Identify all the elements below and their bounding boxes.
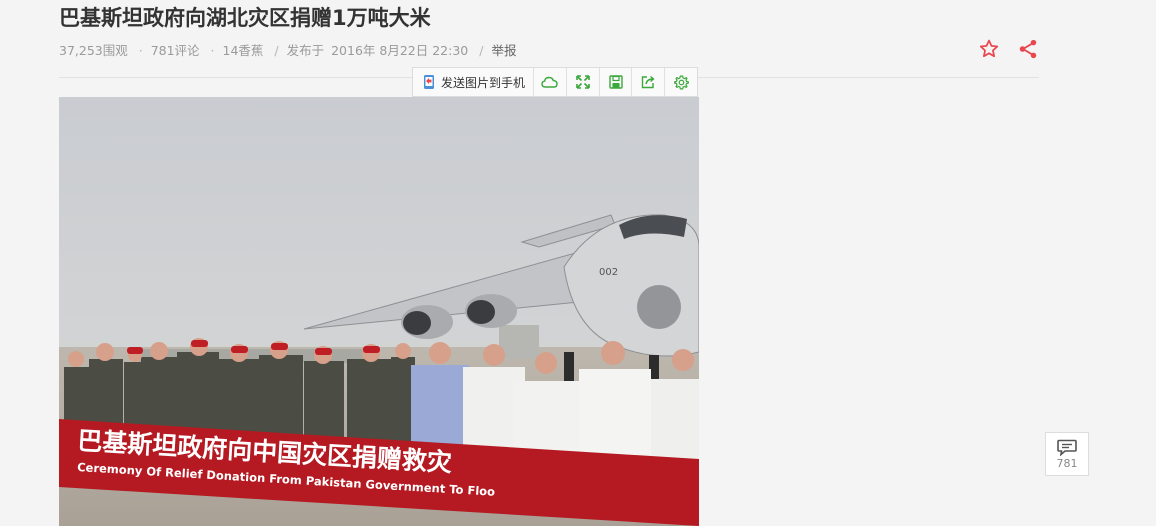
save-button[interactable] <box>600 68 633 96</box>
page: 巴基斯坦政府向湖北灾区捐赠1万吨大米 37,253围观 · 781评论 · 14… <box>0 0 1156 526</box>
comment-bubble-icon <box>1057 439 1077 456</box>
article-actions <box>978 38 1039 60</box>
views-count: 37,253围观 <box>59 43 128 58</box>
phone-send-icon <box>424 75 434 89</box>
meta-separator: · <box>138 43 143 58</box>
comment-float-button[interactable]: 781 <box>1045 432 1089 476</box>
external-share-icon <box>642 75 655 89</box>
published-date: 2016年 8月22日 22:30 <box>331 43 469 58</box>
image-toolbar: 发送图片到手机 <box>412 67 698 97</box>
cloud-button[interactable] <box>534 68 567 96</box>
gear-icon <box>673 75 689 89</box>
send-to-phone-button[interactable]: 发送图片到手机 <box>413 68 535 96</box>
article-meta: 37,253围观 · 781评论 · 14香蕉 / 发布于 2016年 8月22… <box>59 40 519 59</box>
comments-count[interactable]: 781评论 <box>151 43 200 58</box>
share-icon[interactable] <box>1017 38 1039 60</box>
meta-separator: · <box>210 43 215 58</box>
save-icon <box>608 75 623 89</box>
article-photo[interactable]: 002 巴基斯坦政府向中国灾区捐赠救灾 Ceremony Of Relief D… <box>59 97 699 526</box>
cloud-icon <box>541 76 559 88</box>
aircraft-number: 002 <box>599 267 618 278</box>
settings-button[interactable] <box>665 68 697 96</box>
report-link[interactable]: 举报 <box>491 43 516 58</box>
open-external-button[interactable] <box>632 68 666 96</box>
fullscreen-button[interactable] <box>567 68 600 96</box>
article-title: 巴基斯坦政府向湖北灾区捐赠1万吨大米 <box>59 6 431 30</box>
published-label: 发布于 <box>286 43 325 58</box>
send-to-phone-label: 发送图片到手机 <box>441 75 526 90</box>
comment-float-count: 781 <box>1056 456 1078 470</box>
star-outline-icon[interactable] <box>978 38 1000 60</box>
meta-separator: / <box>274 43 279 58</box>
expand-icon <box>575 75 590 89</box>
bananas-count: 14香蕉 <box>222 43 264 58</box>
meta-separator: / <box>479 43 484 58</box>
